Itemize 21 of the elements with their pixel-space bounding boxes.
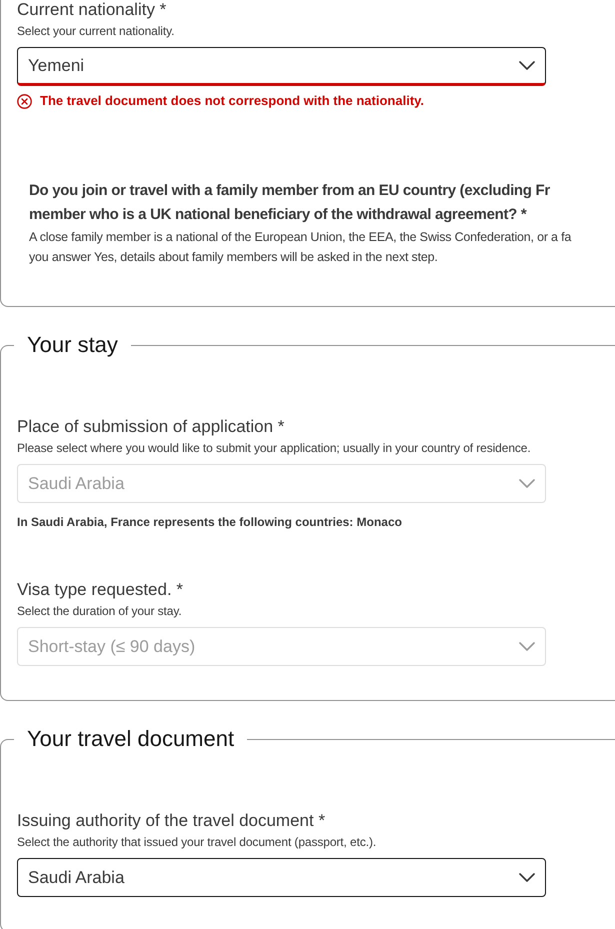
field-label: Place of submission of application *: [17, 417, 286, 437]
chevron-down-icon: [519, 873, 535, 882]
field-label: Issuing authority of the travel document *: [17, 811, 326, 831]
field-hint: Select your current nationality.: [17, 23, 176, 39]
error-message: The travel document does not correspond with the nationality.: [40, 92, 424, 110]
chevron-down-icon: [519, 61, 535, 70]
question-hint: A close family member is a national of the European Union, the EEA, the Swiss Confederation, or a fa you answer Yes, details about family members will be asked in the next step.: [29, 229, 572, 266]
field-note: In Saudi Arabia, France represents the following countries: Monaco: [17, 514, 403, 530]
question-text: Do you join or travel with a family member from an EU country (excluding Fr member who is a UK national beneficiary of the withdrawal agreement? *: [29, 181, 551, 225]
error-icon: [17, 94, 32, 108]
field-label: Current nationality *: [17, 0, 168, 20]
field-label: Visa type requested. *: [17, 580, 184, 600]
field-hint: Please select where you would like to submit your application; usually in your country of residence.: [17, 440, 532, 456]
dropdown-field[interactable]: Yemeni: [17, 47, 546, 86]
section-legend: Your stay: [14, 331, 131, 359]
chevron-down-icon: [519, 642, 535, 651]
field-hint: Select the duration of your stay.: [17, 603, 183, 619]
field-hint: Select the authority that issued your travel document (passport, etc.).: [17, 834, 378, 850]
section-legend: Your travel document: [14, 725, 248, 753]
chevron-down-icon: [519, 479, 535, 488]
dropdown-field[interactable]: Saudi Arabia: [17, 858, 546, 897]
